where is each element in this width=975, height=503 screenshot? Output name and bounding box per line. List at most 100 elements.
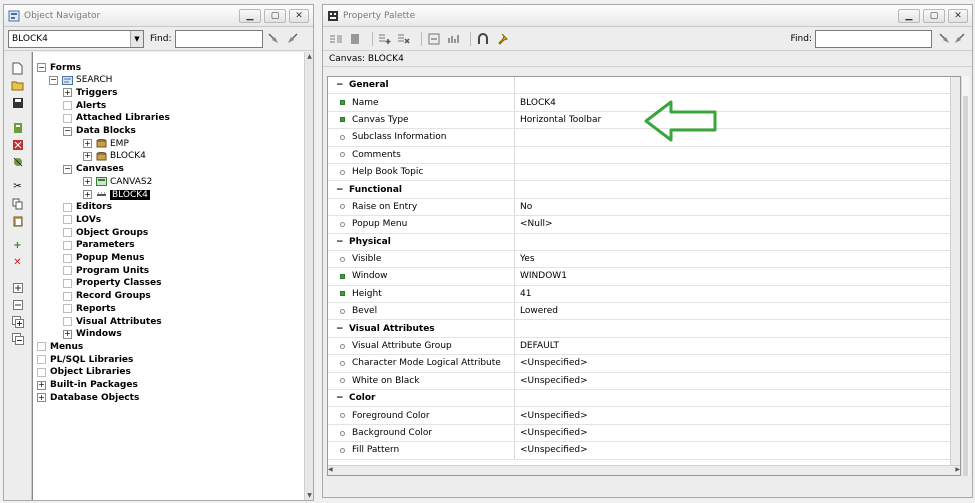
expand-all-icon[interactable] (11, 315, 25, 329)
tree-node[interactable]: LOVs (63, 213, 101, 226)
property-category-row[interactable]: − Visual Attributes (328, 320, 960, 338)
property-row[interactable]: Visual Attribute Group DEFAULT (328, 337, 960, 356)
property-value[interactable]: <Unspecified> (515, 442, 960, 458)
property-value[interactable]: Horizontal Toolbar (515, 112, 960, 128)
property-value[interactable]: DEFAULT (515, 338, 960, 354)
property-row[interactable]: Bevel Lowered (328, 303, 960, 321)
save-icon[interactable] (11, 96, 25, 110)
tree-node[interactable]: + EMP (83, 137, 129, 150)
property-value[interactable]: 41 (515, 286, 960, 302)
tree-node[interactable]: − Forms (37, 61, 81, 74)
scroll-up-icon[interactable]: ▲ (305, 52, 314, 61)
property-value[interactable] (515, 164, 960, 180)
tree-node[interactable]: + CANVAS2 (83, 175, 152, 188)
expand-icon[interactable]: + (63, 88, 72, 98)
collapse-icon[interactable]: − (49, 75, 58, 85)
property-row[interactable]: Fill Pattern <Unspecified> (328, 442, 960, 460)
search-forward-icon[interactable] (267, 32, 281, 46)
object-tree[interactable]: ▲ ▼ − Forms − SEARCH + Triggers Alerts Attached… (32, 52, 313, 500)
collapse-icon[interactable]: − (336, 393, 344, 403)
property-value[interactable]: WINDOW1 (515, 268, 960, 284)
debug-icon[interactable] (11, 155, 25, 169)
tree-node[interactable]: + BLOCK4 (83, 150, 146, 163)
expand-icon[interactable]: + (63, 329, 72, 339)
expand-icon[interactable]: + (83, 151, 92, 161)
property-value[interactable]: No (515, 199, 960, 215)
tree-node[interactable]: + Built-in Packages (37, 379, 138, 392)
property-value[interactable]: Yes (515, 251, 960, 267)
grid-horizontal-scrollbar[interactable]: ◀ ▶ (328, 465, 960, 475)
restore-button[interactable]: ▢ (923, 8, 945, 23)
tree-vertical-scrollbar[interactable]: ▲ ▼ (304, 52, 313, 500)
expand-icon[interactable]: + (83, 177, 92, 187)
collapse-all-icon[interactable] (11, 332, 25, 346)
expand-icon[interactable]: + (83, 139, 92, 149)
new-file-icon[interactable] (11, 62, 25, 76)
paste-icon[interactable] (11, 214, 25, 228)
inherit-icon[interactable] (427, 32, 441, 46)
find-input[interactable] (175, 29, 264, 48)
palette-vertical-scrollbar[interactable] (961, 76, 969, 476)
property-value[interactable]: <Unspecified> (515, 373, 960, 389)
run-icon[interactable] (11, 138, 25, 152)
tree-node[interactable]: + Windows (63, 328, 122, 341)
expand-icon[interactable]: + (37, 380, 46, 390)
property-row[interactable]: Window WINDOW1 (328, 268, 960, 286)
restore-button[interactable]: ▢ (264, 8, 286, 23)
collapse-icon[interactable]: − (37, 63, 46, 72)
collapse-icon[interactable]: − (336, 324, 344, 334)
expand-icon[interactable] (11, 281, 25, 295)
property-value[interactable]: Lowered (515, 303, 960, 319)
magnet-icon[interactable] (476, 32, 490, 46)
property-value[interactable] (515, 129, 960, 145)
tree-node[interactable]: Parameters (63, 239, 135, 252)
pin-icon[interactable] (495, 32, 509, 46)
tree-node[interactable]: Object Groups (63, 226, 148, 239)
property-category-row[interactable]: − Color (328, 390, 960, 408)
tree-node[interactable]: Record Groups (63, 290, 151, 303)
tree-node[interactable]: PL/SQL Libraries (37, 353, 133, 366)
scroll-down-icon[interactable]: ▼ (305, 491, 314, 500)
tree-node[interactable]: + Triggers (63, 86, 117, 99)
search-forward-icon[interactable] (938, 32, 952, 46)
add-property-icon[interactable] (378, 32, 392, 46)
compile-icon[interactable] (11, 121, 25, 135)
grid-vertical-scrollbar[interactable] (950, 77, 960, 475)
property-value[interactable] (515, 147, 960, 163)
copy-icon[interactable] (11, 197, 25, 211)
collapse-icon[interactable] (11, 298, 25, 312)
property-row[interactable]: Height 41 (328, 285, 960, 304)
copy-properties-icon[interactable] (329, 32, 343, 46)
create-icon[interactable]: + (11, 239, 25, 253)
property-value[interactable]: <Unspecified> (515, 425, 960, 441)
expand-icon[interactable]: + (37, 393, 46, 403)
tree-node[interactable]: Visual Attributes (63, 315, 162, 328)
delete-icon[interactable]: ✕ (11, 256, 25, 270)
collapse-icon[interactable]: − (336, 237, 344, 247)
open-folder-icon[interactable] (11, 79, 25, 93)
paste-properties-icon[interactable] (348, 32, 362, 46)
property-category-row[interactable]: − Physical (328, 233, 960, 251)
collapse-icon[interactable]: − (336, 80, 344, 90)
property-value[interactable]: <Unspecified> (515, 407, 960, 423)
minimize-button[interactable]: ▁ (239, 8, 261, 23)
tree-node[interactable]: − SEARCH (49, 74, 112, 87)
tree-node[interactable]: Alerts (63, 99, 106, 112)
tree-node[interactable]: + BLOCK4 (83, 188, 150, 201)
tree-node[interactable]: Object Libraries (37, 366, 131, 379)
tree-node[interactable]: Menus (37, 340, 83, 353)
close-button[interactable]: ✕ (289, 8, 309, 23)
property-row[interactable]: Help Book Topic (328, 163, 960, 182)
cut-icon[interactable]: ✂ (11, 180, 25, 194)
property-value[interactable]: <Null> (515, 216, 960, 232)
property-row[interactable]: Background Color <Unspecified> (328, 424, 960, 443)
property-row[interactable]: Foreground Color <Unspecified> (328, 407, 960, 425)
expand-icon[interactable]: + (83, 190, 92, 199)
tree-node[interactable]: Popup Menus (63, 252, 144, 265)
close-button[interactable]: ✕ (948, 8, 968, 23)
scroll-left-icon[interactable]: ◀ (328, 466, 333, 475)
collapse-icon[interactable]: − (336, 185, 344, 195)
palette-titlebar[interactable]: Property Palette ▁ ▢ ✕ (323, 5, 972, 27)
property-row[interactable]: White on Black <Unspecified> (328, 372, 960, 391)
collapse-icon[interactable]: − (63, 164, 72, 174)
